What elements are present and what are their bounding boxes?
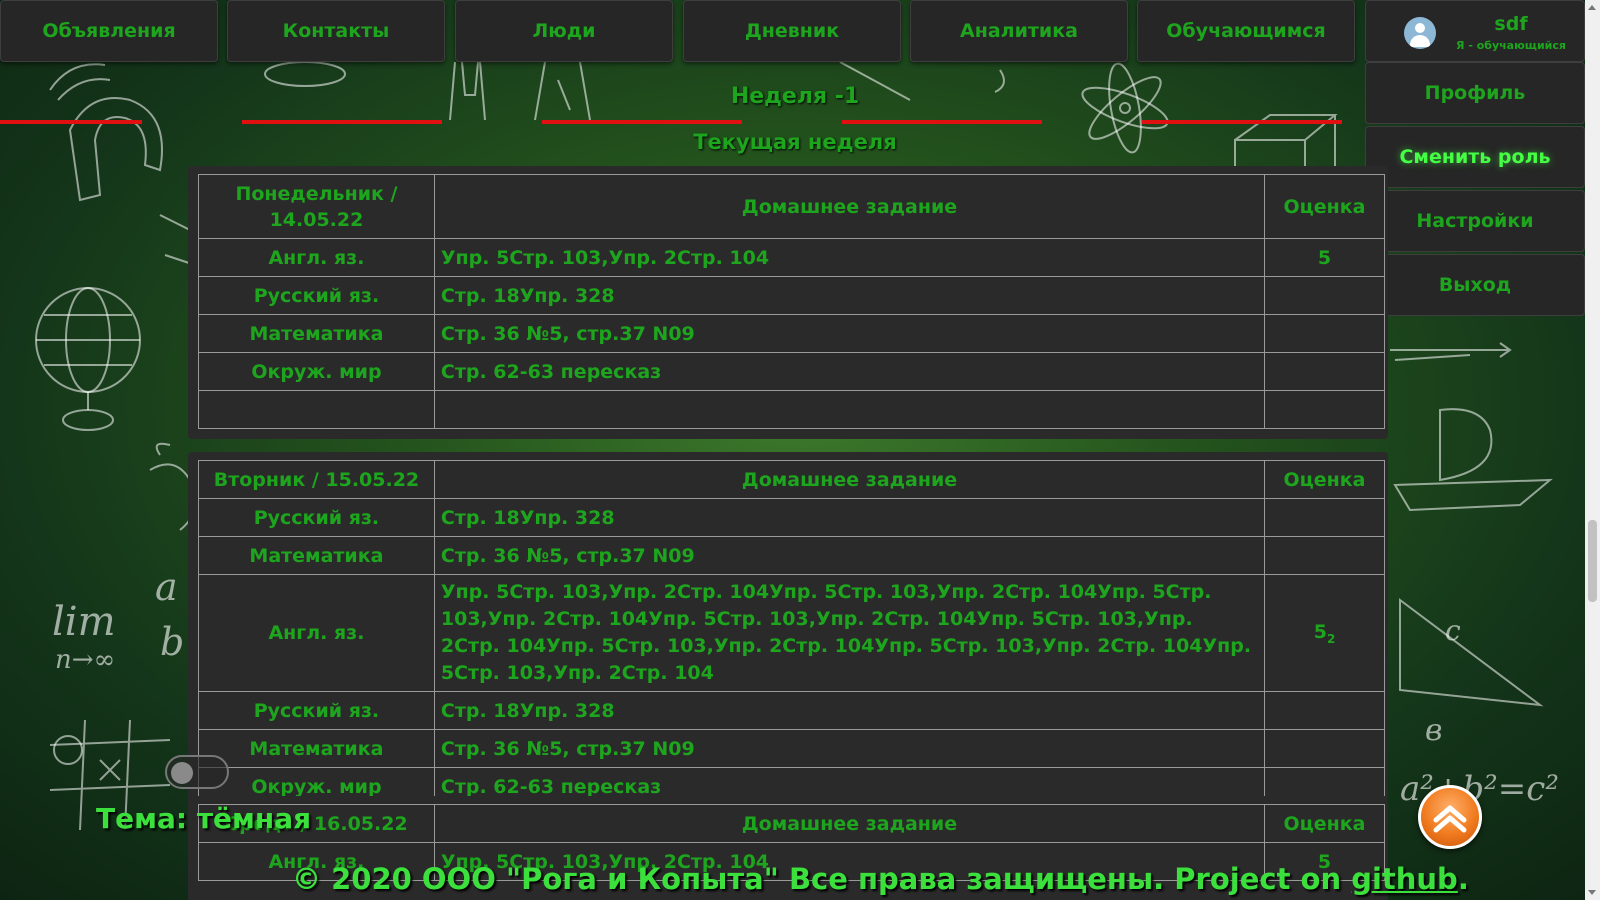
menu-logout[interactable]: Выход <box>1365 254 1585 316</box>
subject-cell: Англ. яз. <box>198 238 435 277</box>
page-scrollbar[interactable] <box>1585 0 1600 900</box>
homework-cell: Стр. 18Упр. 328 <box>433 691 1266 730</box>
divider-line <box>542 120 742 124</box>
grade-column-header: Оценка <box>1264 804 1385 843</box>
scroll-down-arrow-icon[interactable] <box>1588 890 1596 895</box>
day-card-tuesday: Вторник / 15.05.22 Домашнее задание Оцен… <box>188 452 1388 816</box>
hw-column-header: Домашнее задание <box>433 174 1266 239</box>
nav-people[interactable]: Люди <box>455 0 673 62</box>
scrollbar-thumb[interactable] <box>1588 520 1597 602</box>
grade-cell: 5 <box>1264 238 1385 277</box>
table-row: Русский яз. Стр. 18Упр. 328 <box>198 498 1385 537</box>
day-header: Вторник / 15.05.22 <box>198 460 435 499</box>
table-row: Окруж. мир Стр. 62-63 пересказ <box>198 352 1385 391</box>
grade-cell <box>1264 691 1385 730</box>
user-dropdown-menu: Профиль Сменить роль Настройки Выход <box>1365 62 1585 318</box>
svg-text:a: a <box>155 565 178 609</box>
hw-column-header: Домашнее задание <box>433 460 1266 499</box>
nav-diary[interactable]: Дневник <box>683 0 901 62</box>
nav-contacts[interactable]: Контакты <box>227 0 445 62</box>
toggle-knob <box>171 762 193 784</box>
grade-cell <box>1264 729 1385 768</box>
table-row: Русский яз. Стр. 18Упр. 328 <box>198 691 1385 730</box>
user-name: sdf <box>1494 13 1528 35</box>
homework-cell: Стр. 18Упр. 328 <box>433 276 1266 315</box>
subject-cell: Математика <box>198 729 435 768</box>
menu-profile[interactable]: Профиль <box>1365 62 1585 124</box>
user-role: Я - обучающийся <box>1456 39 1566 52</box>
homework-cell: Стр. 36 №5, стр.37 N09 <box>433 314 1266 353</box>
subject-cell: Математика <box>198 536 435 575</box>
grade-weight: 2 <box>1326 631 1336 646</box>
subject-cell: Русский яз. <box>198 498 435 537</box>
week-subtitle: Текущая неделя <box>693 130 897 154</box>
svg-text:n→∞: n→∞ <box>55 645 115 675</box>
homework-cell: Упр. 5Стр. 103,Упр. 2Стр. 104 <box>433 238 1266 277</box>
grade-cell <box>1264 390 1385 429</box>
table-row: Математика Стр. 36 №5, стр.37 N09 <box>198 729 1385 768</box>
table-row: Англ. яз. Упр. 5Стр. 103,Упр. 2Стр. 104У… <box>198 574 1385 692</box>
table-row: Математика Стр. 36 №5, стр.37 N09 <box>198 314 1385 353</box>
theme-label: Тема: тёмная <box>96 802 312 835</box>
grade-column-header: Оценка <box>1264 174 1385 239</box>
footer-end: . <box>1457 862 1469 896</box>
theme-toggle[interactable] <box>165 755 229 789</box>
table-row: Математика Стр. 36 №5, стр.37 N09 <box>198 536 1385 575</box>
subject-cell <box>198 390 435 429</box>
grade-cell <box>1264 498 1385 537</box>
week-title: Неделя -1 <box>730 84 860 109</box>
menu-settings[interactable]: Настройки <box>1365 190 1585 252</box>
svg-text:lim: lim <box>52 599 116 645</box>
day-header: Понедельник / 14.05.22 <box>198 174 435 239</box>
user-menu-toggle[interactable]: sdf Я - обучающийся <box>1365 0 1585 62</box>
grade-cell: 52 <box>1264 574 1385 692</box>
footer-text: © 2020 ООО "Рога и Копыта" Все права защ… <box>292 862 1352 896</box>
hw-column-header: Домашнее задание <box>433 804 1266 843</box>
table-row: Русский яз. Стр. 18Упр. 328 <box>198 276 1385 315</box>
table-row <box>198 390 1385 429</box>
footer: © 2020 ООО "Рога и Копыта" Все права защ… <box>292 862 1469 896</box>
top-navigation: Объявления Контакты Люди Дневник Аналити… <box>0 0 1585 62</box>
homework-cell: Стр. 62-63 пересказ <box>433 352 1266 391</box>
grade-column-header: Оценка <box>1264 460 1385 499</box>
svg-text:c: c <box>1445 614 1461 647</box>
svg-text:в: в <box>1425 713 1442 748</box>
menu-switch-role[interactable]: Сменить роль <box>1365 126 1585 188</box>
homework-cell: Стр. 18Упр. 328 <box>433 498 1266 537</box>
homework-cell: Упр. 5Стр. 103,Упр. 2Стр. 104Упр. 5Стр. … <box>433 574 1266 692</box>
nav-students[interactable]: Обучающимся <box>1137 0 1355 62</box>
github-link[interactable]: github <box>1351 862 1458 896</box>
divider-line <box>242 120 442 124</box>
homework-cell: Стр. 36 №5, стр.37 N09 <box>433 729 1266 768</box>
divider-line <box>0 120 142 124</box>
grade-value: 5 <box>1313 620 1327 643</box>
scroll-up-arrow-icon[interactable] <box>1588 5 1596 10</box>
chevron-up-icon <box>1433 805 1467 833</box>
nav-announcements[interactable]: Объявления <box>0 0 218 62</box>
svg-text:b: b <box>160 620 184 664</box>
homework-cell: Стр. 36 №5, стр.37 N09 <box>433 536 1266 575</box>
divider-line <box>1142 120 1342 124</box>
subject-cell: Окруж. мир <box>198 352 435 391</box>
homework-cell <box>433 390 1266 429</box>
grade-cell <box>1264 352 1385 391</box>
scroll-top-button[interactable] <box>1418 785 1482 849</box>
divider-line <box>842 120 1042 124</box>
user-avatar-icon <box>1404 17 1436 49</box>
grade-cell <box>1264 314 1385 353</box>
subject-cell: Русский яз. <box>198 691 435 730</box>
grade-cell <box>1264 536 1385 575</box>
subject-cell: Русский яз. <box>198 276 435 315</box>
grade-cell <box>1264 276 1385 315</box>
day-card-monday: Понедельник / 14.05.22 Домашнее задание … <box>188 166 1388 439</box>
table-row: Англ. яз. Упр. 5Стр. 103,Упр. 2Стр. 104 … <box>198 238 1385 277</box>
subject-cell: Математика <box>198 314 435 353</box>
subject-cell: Англ. яз. <box>198 574 435 692</box>
nav-analytics[interactable]: Аналитика <box>910 0 1128 62</box>
